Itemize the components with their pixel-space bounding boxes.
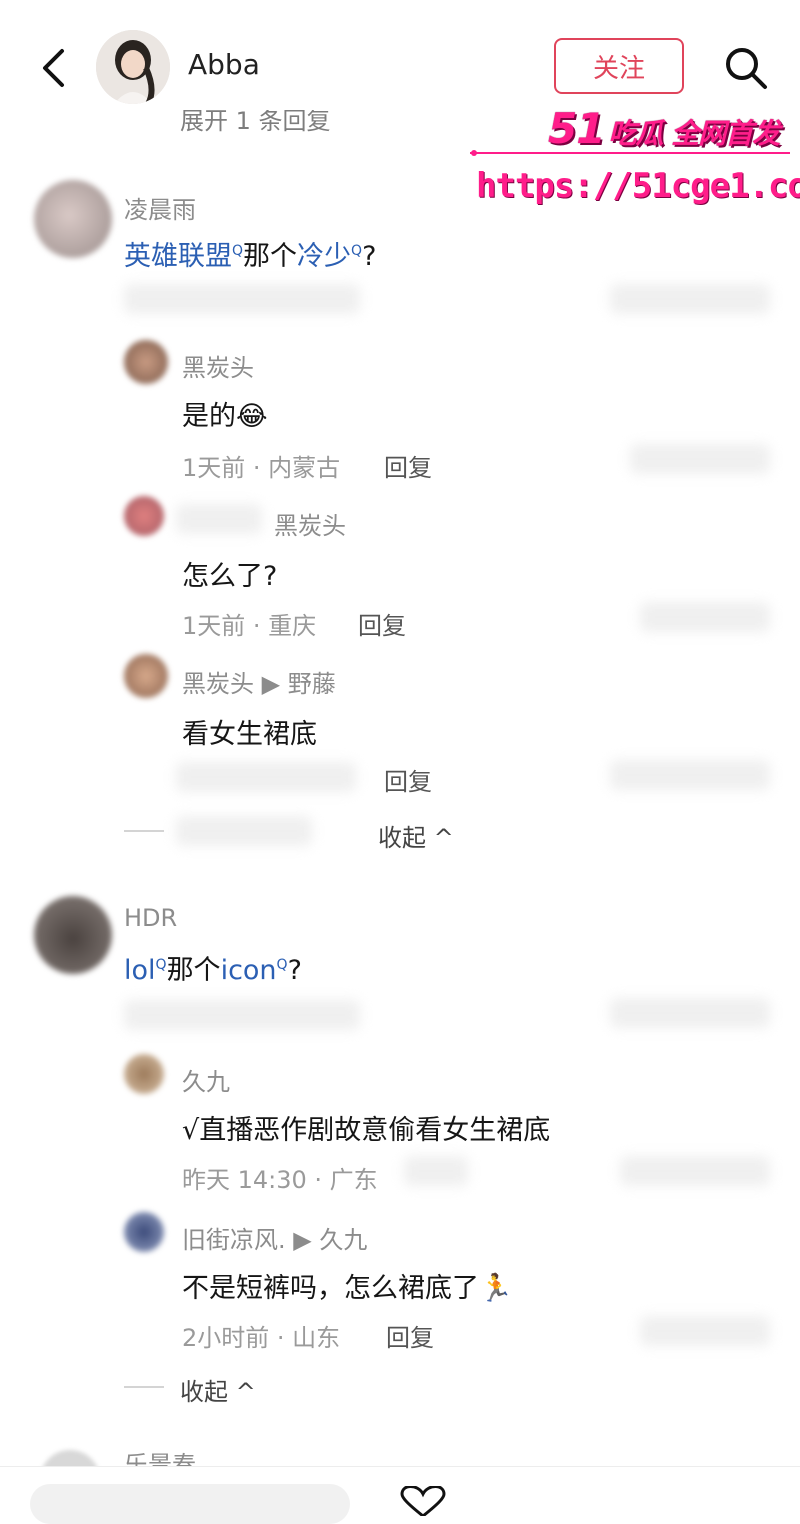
comment-author[interactable]: HDR xyxy=(124,904,177,932)
keyword-link[interactable]: lol xyxy=(124,955,156,986)
search-hint-icon: Q xyxy=(232,243,244,259)
comment-author[interactable]: 凌晨雨 xyxy=(124,190,196,225)
comment-text-part: ? xyxy=(287,955,302,986)
reply-author[interactable]: 久九 xyxy=(182,1062,230,1097)
reply-author[interactable]: 黑炭头 xyxy=(274,506,346,541)
back-arrow-icon[interactable] xyxy=(40,48,66,88)
laugh-emoji-icon: 😂 xyxy=(236,401,268,432)
blurred-like xyxy=(610,760,770,790)
blurred-meta xyxy=(124,284,360,314)
search-icon[interactable] xyxy=(722,44,770,92)
collapse-button[interactable]: 收起 ^ xyxy=(180,1372,256,1407)
blurred-like xyxy=(640,1316,770,1346)
search-hint-icon: Q xyxy=(276,957,288,973)
blurred-like xyxy=(610,284,770,314)
reply-text: 不是短裤吗，怎么裙底了🏃 xyxy=(182,1266,513,1305)
reply-author[interactable]: 旧街凉风. ▶ 久九 xyxy=(182,1220,367,1255)
divider xyxy=(124,1386,164,1388)
keyword-link[interactable]: 英雄联盟 xyxy=(124,241,232,272)
reply-author[interactable]: 黑炭头 ▶ 野藤 xyxy=(182,664,336,699)
reply-text: √直播恶作剧故意偷看女生裙底 xyxy=(182,1115,551,1146)
avatar[interactable] xyxy=(124,496,164,536)
watermark-number: 51 xyxy=(548,104,605,153)
blurred-like xyxy=(640,602,770,632)
follow-button[interactable]: 关注 xyxy=(554,38,684,94)
search-hint-icon: Q xyxy=(155,957,167,973)
reply-text: 看女生裙底 xyxy=(182,719,317,750)
reply-text: 怎么了? xyxy=(182,561,278,592)
avatar[interactable] xyxy=(124,340,168,384)
reply-button[interactable]: 回复 xyxy=(384,448,432,483)
search-hint-icon: Q xyxy=(351,243,363,259)
blurred-like xyxy=(610,998,770,1028)
reply-button[interactable]: 回复 xyxy=(386,1318,434,1353)
reply-text-part: 是的 xyxy=(182,401,236,432)
blurred-like xyxy=(620,1156,770,1186)
comment-text-part: ? xyxy=(362,241,377,272)
heart-icon[interactable] xyxy=(398,1486,448,1516)
watermark-brand: 51 吃瓜 全网首发 xyxy=(548,104,780,153)
divider xyxy=(124,830,164,832)
reply-text: 是的😂 xyxy=(182,394,268,433)
comment-text: lolQ那个iconQ? xyxy=(124,948,302,987)
reply-button[interactable]: 回复 xyxy=(358,606,406,641)
watermark-slogan: 吃瓜 全网首发 xyxy=(608,117,780,150)
run-emoji-icon: 🏃 xyxy=(479,1273,513,1304)
keyword-link[interactable]: 冷少 xyxy=(297,241,351,272)
page-title: Abba xyxy=(188,48,260,81)
comment-text-part: 那个 xyxy=(166,955,221,986)
reply-time: 1天前 · 重庆 xyxy=(182,612,317,640)
expand-replies-peek[interactable]: 展开 1 条回复 xyxy=(180,110,331,132)
reply-author[interactable]: 黑炭头 xyxy=(182,348,254,383)
blurred-name xyxy=(176,504,262,534)
comment-text: 英雄联盟Q那个冷少Q? xyxy=(124,234,376,273)
blurred-text xyxy=(176,816,312,846)
blurred-like xyxy=(630,444,770,474)
reply-time: 2小时前 · 山东 xyxy=(182,1324,341,1352)
watermark-url: https://51cge1.com xyxy=(476,166,800,206)
collapse-button[interactable]: 收起 ^ xyxy=(378,818,454,853)
reply-time: 昨天 14:30 · 广东 xyxy=(182,1166,378,1194)
avatar[interactable] xyxy=(124,1054,164,1094)
comment-text-part: 那个 xyxy=(243,241,298,272)
keyword-link[interactable]: icon xyxy=(221,955,277,986)
avatar[interactable] xyxy=(34,896,112,974)
avatar[interactable] xyxy=(124,654,168,698)
reply-button[interactable]: 回复 xyxy=(384,762,432,797)
avatar[interactable] xyxy=(124,1212,164,1252)
avatar[interactable] xyxy=(34,180,112,258)
blurred-meta xyxy=(124,1000,360,1030)
reply-time: 1天前 · 内蒙古 xyxy=(182,454,341,482)
watermark-decoration xyxy=(470,150,790,156)
comment-input[interactable] xyxy=(30,1484,350,1524)
blurred-meta xyxy=(176,762,356,792)
blurred-reply xyxy=(404,1156,468,1186)
reply-text-part: 不是短裤吗，怎么裙底了 xyxy=(182,1273,479,1304)
avatar[interactable] xyxy=(96,30,170,104)
